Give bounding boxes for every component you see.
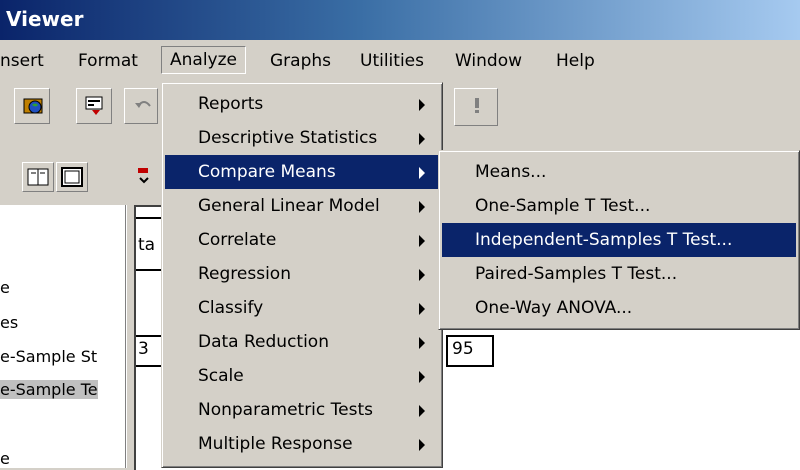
menu-insert[interactable]: nsert [0, 48, 44, 74]
outline-item[interactable]: es [0, 313, 18, 332]
undo-button[interactable] [124, 88, 158, 124]
menu-item-one-way-anova[interactable]: One-Way ANOVA... [442, 291, 796, 325]
open-data-icon [23, 98, 43, 114]
menu-item-one-sample-t-test[interactable]: One-Sample T Test... [442, 189, 796, 223]
book-icon [27, 168, 49, 186]
cell-text: ta [138, 235, 156, 255]
outline-pane[interactable]: e es e-Sample St e-Sample Te e [0, 205, 127, 468]
table-cell: 95 [446, 335, 494, 367]
menu-item-nonparametric-tests[interactable]: Nonparametric Tests [165, 393, 439, 427]
menu-item-regression[interactable]: Regression [165, 257, 439, 291]
analyze-menu: Reports Descriptive Statistics Compare M… [161, 82, 443, 468]
outline-item[interactable]: e [0, 278, 10, 297]
menu-item-means[interactable]: Means... [442, 155, 796, 189]
menu-item-compare-means[interactable]: Compare Means [165, 155, 439, 189]
undo-icon [135, 101, 151, 108]
submenu-arrow-icon [419, 235, 425, 247]
submenu-arrow-icon [419, 405, 425, 417]
submenu-arrow-icon [419, 269, 425, 281]
menu-item-multiple-response[interactable]: Multiple Response [165, 427, 439, 461]
menu-graphs[interactable]: Graphs [270, 48, 331, 74]
submenu-arrow-icon [419, 303, 425, 315]
info-button[interactable] [454, 88, 498, 126]
submenu-arrow-icon [419, 337, 425, 349]
outline-item-selected[interactable]: e-Sample Te [0, 380, 98, 399]
submenu-arrow-icon [419, 201, 425, 213]
menu-item-descriptive-statistics[interactable]: Descriptive Statistics [165, 121, 439, 155]
menu-format[interactable]: Format [78, 48, 138, 74]
title-bar: Viewer [0, 0, 800, 40]
menu-help[interactable]: Help [556, 48, 595, 74]
menu-item-scale[interactable]: Scale [165, 359, 439, 393]
window-icon [61, 167, 83, 187]
book-button[interactable] [22, 162, 54, 192]
menu-item-independent-samples-t-test[interactable]: Independent-Samples T Test... [442, 223, 796, 257]
open-data-button[interactable] [14, 88, 50, 124]
menu-window[interactable]: Window [455, 48, 522, 74]
menu-item-general-linear-model[interactable]: General Linear Model [165, 189, 439, 223]
submenu-arrow-icon [419, 133, 425, 145]
submenu-arrow-icon [419, 99, 425, 111]
cell-value: 95 [452, 339, 474, 359]
outline-item[interactable]: e [0, 449, 10, 468]
menu-item-classify[interactable]: Classify [165, 291, 439, 325]
menu-item-data-reduction[interactable]: Data Reduction [165, 325, 439, 359]
submenu-arrow-icon [419, 371, 425, 383]
cell-value: 3 [138, 339, 149, 359]
menu-bar: nsert Format Analyze Graphs Utilities Wi… [0, 40, 800, 80]
submenu-arrow-icon [419, 167, 425, 179]
outline-item[interactable]: e-Sample St [0, 347, 97, 366]
menu-utilities[interactable]: Utilities [360, 48, 424, 74]
window-title: Viewer [6, 7, 84, 31]
menu-item-reports[interactable]: Reports [165, 87, 439, 121]
info-icon [475, 98, 479, 113]
menu-item-paired-samples-t-test[interactable]: Paired-Samples T Test... [442, 257, 796, 291]
compare-means-submenu: Means... One-Sample T Test... Independen… [438, 150, 800, 330]
dialog-recall-icon [85, 96, 103, 115]
dialog-recall-button[interactable] [76, 88, 112, 124]
menu-analyze[interactable]: Analyze [161, 46, 246, 74]
submenu-arrow-icon [419, 439, 425, 451]
menu-item-correlate[interactable]: Correlate [165, 223, 439, 257]
pivot-icon [138, 168, 149, 184]
window-button[interactable] [56, 162, 88, 192]
